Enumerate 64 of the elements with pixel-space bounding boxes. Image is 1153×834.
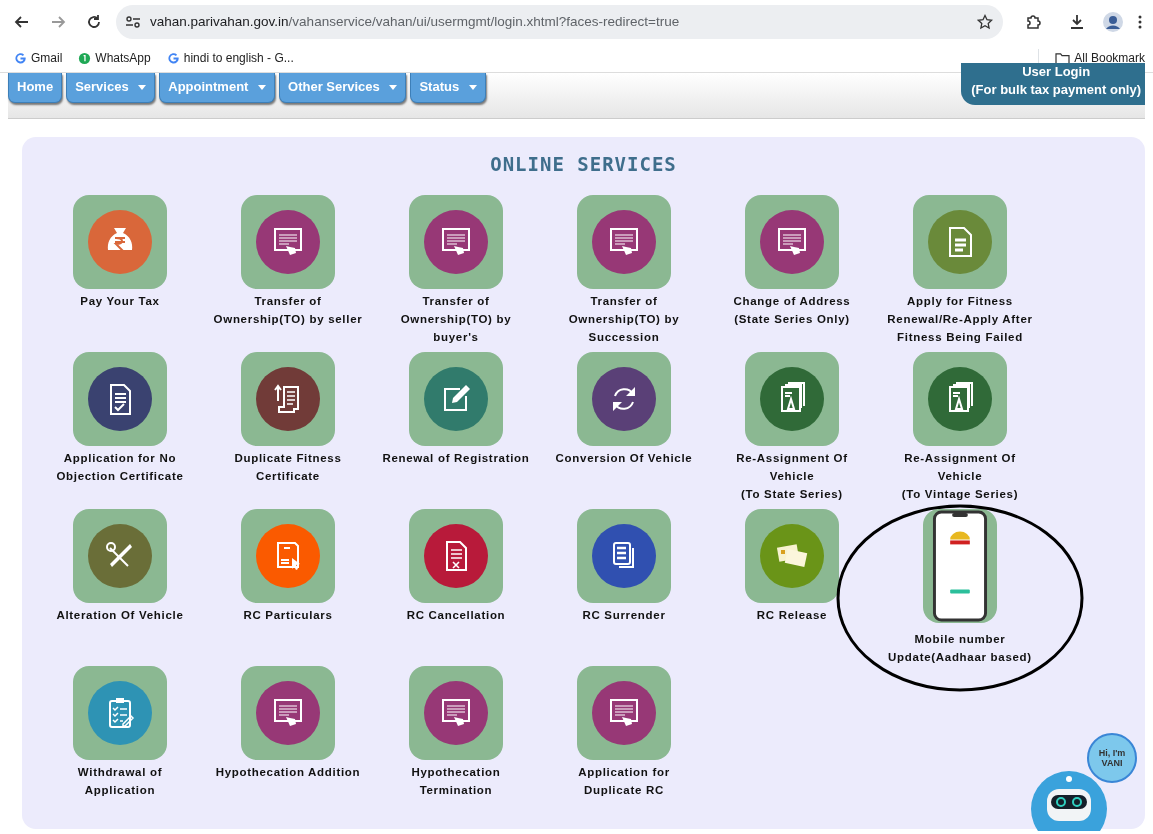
phone-tile[interactable] — [923, 508, 997, 623]
section-title: ONLINE SERVICES — [489, 152, 678, 177]
login-button[interactable]: User Login (For bulk tax payment only) — [961, 63, 1145, 105]
service-label[interactable]: Re-Assignment Of Vehicle (To Vintage Series) — [885, 448, 1035, 503]
service-tile[interactable] — [409, 351, 503, 446]
service-label[interactable]: Renewal of Registration — [381, 448, 531, 467]
service-label[interactable]: RC Cancellation — [381, 605, 531, 624]
service-label[interactable]: Conversion Of Vehicle — [549, 448, 699, 467]
service-tile[interactable] — [73, 508, 167, 603]
service-tile[interactable] — [241, 351, 335, 446]
service-tile[interactable] — [745, 194, 839, 289]
forward-icon[interactable] — [50, 14, 66, 30]
service-tile[interactable] — [241, 194, 335, 289]
service-tile[interactable] — [409, 665, 503, 760]
chat-icon — [78, 51, 92, 65]
service-label[interactable]: Duplicate Fitness Certificate — [213, 448, 363, 485]
service-tile[interactable] — [73, 351, 167, 446]
avatar-icon[interactable] — [1103, 12, 1123, 32]
address-bar[interactable]: vahan.parivahan.gov.in/vahanservice/vahan/ui/usermgmt/login.xhtml?faces-redirect=true — [116, 5, 1003, 39]
service-label[interactable]: Pay Your Tax — [45, 291, 195, 310]
service-tile[interactable] — [241, 665, 335, 760]
service-label[interactable]: Transfer of Ownership(TO) by seller — [213, 291, 363, 328]
service-tile[interactable] — [409, 508, 503, 603]
download-icon[interactable] — [1069, 14, 1085, 30]
service-tile[interactable] — [577, 351, 671, 446]
bubble-text: Hi, I'm VANI — [1097, 748, 1127, 768]
service-label[interactable]: RC Surrender — [549, 605, 699, 624]
reload-icon[interactable] — [86, 14, 102, 30]
service-tile[interactable] — [745, 351, 839, 446]
service-label[interactable]: Withdrawal of Application — [45, 762, 195, 799]
service-tile[interactable] — [745, 508, 839, 603]
bookmark-link[interactable]: hindi to english - G... — [166, 49, 294, 67]
service-label[interactable]: Transfer of Ownership(TO) by Succession — [549, 291, 699, 346]
back-icon[interactable] — [14, 14, 30, 30]
star-icon[interactable] — [977, 14, 993, 30]
bookmark-link[interactable]: Gmail — [14, 49, 63, 67]
service-tile[interactable] — [241, 508, 335, 603]
site-info-icon[interactable] — [124, 13, 142, 31]
service-tile[interactable] — [73, 194, 167, 289]
service-label[interactable]: Hypothecation Termination — [381, 762, 531, 799]
service-label[interactable]: Application for Duplicate RC — [549, 762, 699, 799]
service-tile[interactable] — [577, 508, 671, 603]
service-label[interactable]: RC Particulars — [213, 605, 363, 624]
service-label[interactable]: Re-Assignment Of Vehicle (To State Series) — [717, 448, 867, 503]
google-icon — [14, 51, 27, 65]
service-tile[interactable] — [73, 665, 167, 760]
google-icon — [166, 51, 180, 65]
service-tile[interactable] — [913, 194, 1007, 289]
service-label[interactable]: Transfer of Ownership(TO) by buyer's — [381, 291, 531, 346]
service-label[interactable]: Hypothecation Addition — [213, 762, 363, 781]
url-text: vahan.parivahan.gov.in/vahanservice/vahan/ui/usermgmt/login.xhtml?faces-redirect=true — [150, 12, 681, 31]
more-icon[interactable] — [1138, 14, 1142, 30]
service-tile[interactable] — [913, 351, 1007, 446]
bookmark-link[interactable]: WhatsApp — [78, 49, 151, 67]
service-tile[interactable] — [577, 665, 671, 760]
service-label[interactable]: Change of Address (State Series Only) — [717, 291, 867, 328]
service-tile[interactable] — [577, 194, 671, 289]
service-label[interactable]: RC Release — [717, 605, 867, 624]
service-label[interactable]: Apply for Fitness Renewal/Re-Apply After Fitness Being Failed — [885, 291, 1035, 346]
extension-icon[interactable] — [1025, 14, 1041, 30]
service-label[interactable]: Application for No Objection Certificate — [45, 448, 195, 485]
service-label[interactable]: Mobile number Update(Aadhaar based) — [885, 629, 1035, 666]
service-label[interactable]: Alteration Of Vehicle — [45, 605, 195, 624]
service-tile[interactable] — [409, 194, 503, 289]
